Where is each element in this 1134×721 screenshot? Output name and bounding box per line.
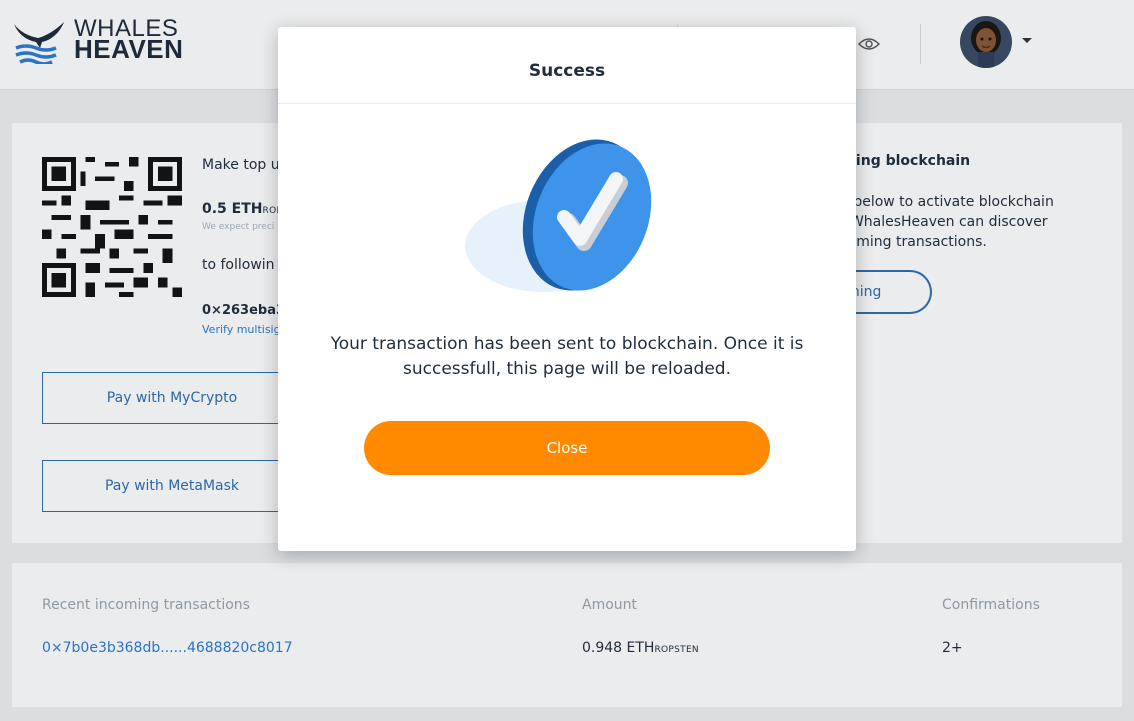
dialog-message: Your transaction has been sent to blockc… [330,334,804,379]
check-circle-icon [465,139,652,292]
success-dialog: Success Your transaction has been sent t… [278,27,856,551]
dialog-divider [278,103,856,104]
close-button[interactable]: Close [364,421,770,475]
dialog-title: Success [528,61,606,81]
